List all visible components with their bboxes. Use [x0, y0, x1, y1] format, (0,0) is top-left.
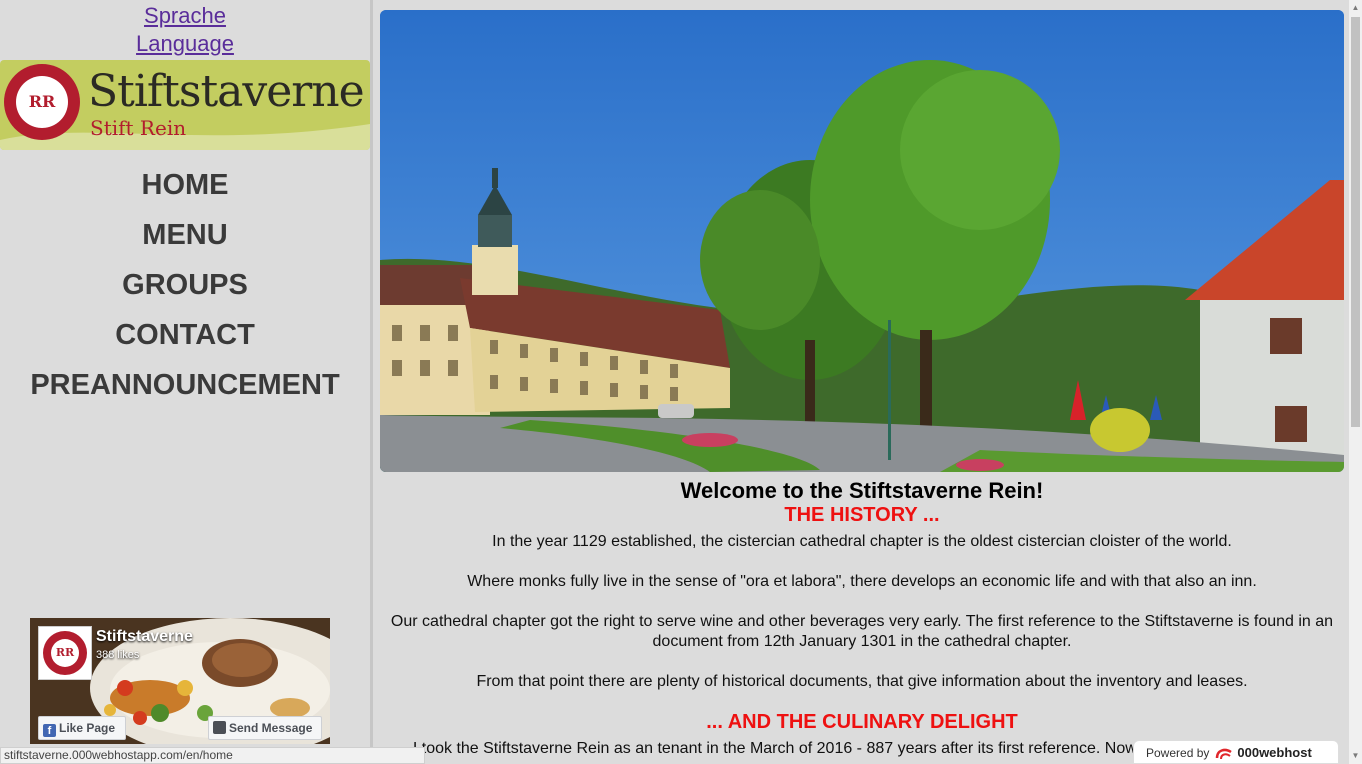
language-link-sprache[interactable]: Sprache	[0, 2, 370, 30]
facebook-f-icon: f	[43, 724, 56, 737]
send-message-label: Send Message	[229, 721, 313, 735]
logo-title: Stiftstaverne	[88, 66, 365, 117]
sidebar: Sprache Language RR Stiftstaverne Stift …	[0, 0, 370, 764]
history-paragraph-4: From that point there are plenty of hist…	[476, 673, 1248, 690]
avatar-monogram: RR	[51, 639, 79, 667]
webhost-logo-icon	[1216, 748, 1233, 760]
nav-item-home[interactable]: HOME	[0, 160, 370, 210]
nav-item-contact[interactable]: CONTACT	[0, 310, 370, 360]
site-logo[interactable]: RR Stiftstaverne Stift Rein	[0, 60, 370, 150]
nav-item-groups[interactable]: GROUPS	[0, 260, 370, 310]
logo-seal-icon: RR	[4, 64, 80, 140]
history-paragraph-1: In the year 1129 established, the cister…	[492, 533, 1232, 550]
browser-status-url: stiftstaverne.000webhostapp.com/en/home	[0, 747, 425, 764]
page-scrollbar[interactable]: ▲ ▼	[1349, 0, 1362, 764]
nav-item-preannouncement[interactable]: PREANNOUNCEMENT	[0, 360, 370, 410]
scrollbar-thumb[interactable]	[1351, 17, 1360, 427]
history-heading: THE HISTORY ...	[784, 504, 940, 526]
nav-item-menu[interactable]: MENU	[0, 210, 370, 260]
messenger-icon	[213, 721, 226, 734]
powered-by-label: Powered by	[1146, 746, 1210, 760]
facebook-page-name[interactable]: Stiftstaverne	[96, 628, 193, 646]
history-paragraph-3: Our cathedral chapter got the right to s…	[390, 613, 1334, 650]
scroll-up-arrow-icon[interactable]: ▲	[1351, 2, 1360, 14]
like-page-label: Like Page	[59, 721, 116, 735]
main-nav: HOME MENU GROUPS CONTACT PREANNOUNCEMENT	[0, 160, 370, 410]
facebook-page-widget[interactable]: RR Stiftstaverne 388 likes f Like Page Se…	[30, 618, 330, 744]
host-name: 000webhost	[1237, 745, 1312, 760]
hero-image	[380, 10, 1344, 472]
main-content: Welcome to the Stiftstaverne Rein! THE H…	[380, 478, 1344, 759]
sidebar-divider	[370, 0, 373, 764]
culinary-heading: ... AND THE CULINARY DELIGHT	[706, 711, 1018, 733]
seal-monogram: RR	[28, 92, 56, 111]
send-message-button[interactable]: Send Message	[208, 716, 322, 740]
facebook-avatar[interactable]: RR	[38, 626, 92, 680]
history-paragraph-2: Where monks fully live in the sense of "…	[467, 573, 1257, 590]
scroll-down-arrow-icon[interactable]: ▼	[1351, 750, 1360, 762]
host-badge[interactable]: Powered by 000webhost	[1133, 740, 1339, 764]
like-page-button[interactable]: f Like Page	[38, 716, 126, 740]
facebook-like-count: 388 likes	[96, 649, 140, 661]
welcome-heading: Welcome to the Stiftstaverne Rein!	[680, 478, 1044, 503]
abbey-village-photo	[380, 10, 1344, 472]
language-link-language[interactable]: Language	[0, 30, 370, 58]
logo-subtitle: Stift Rein	[90, 116, 187, 140]
